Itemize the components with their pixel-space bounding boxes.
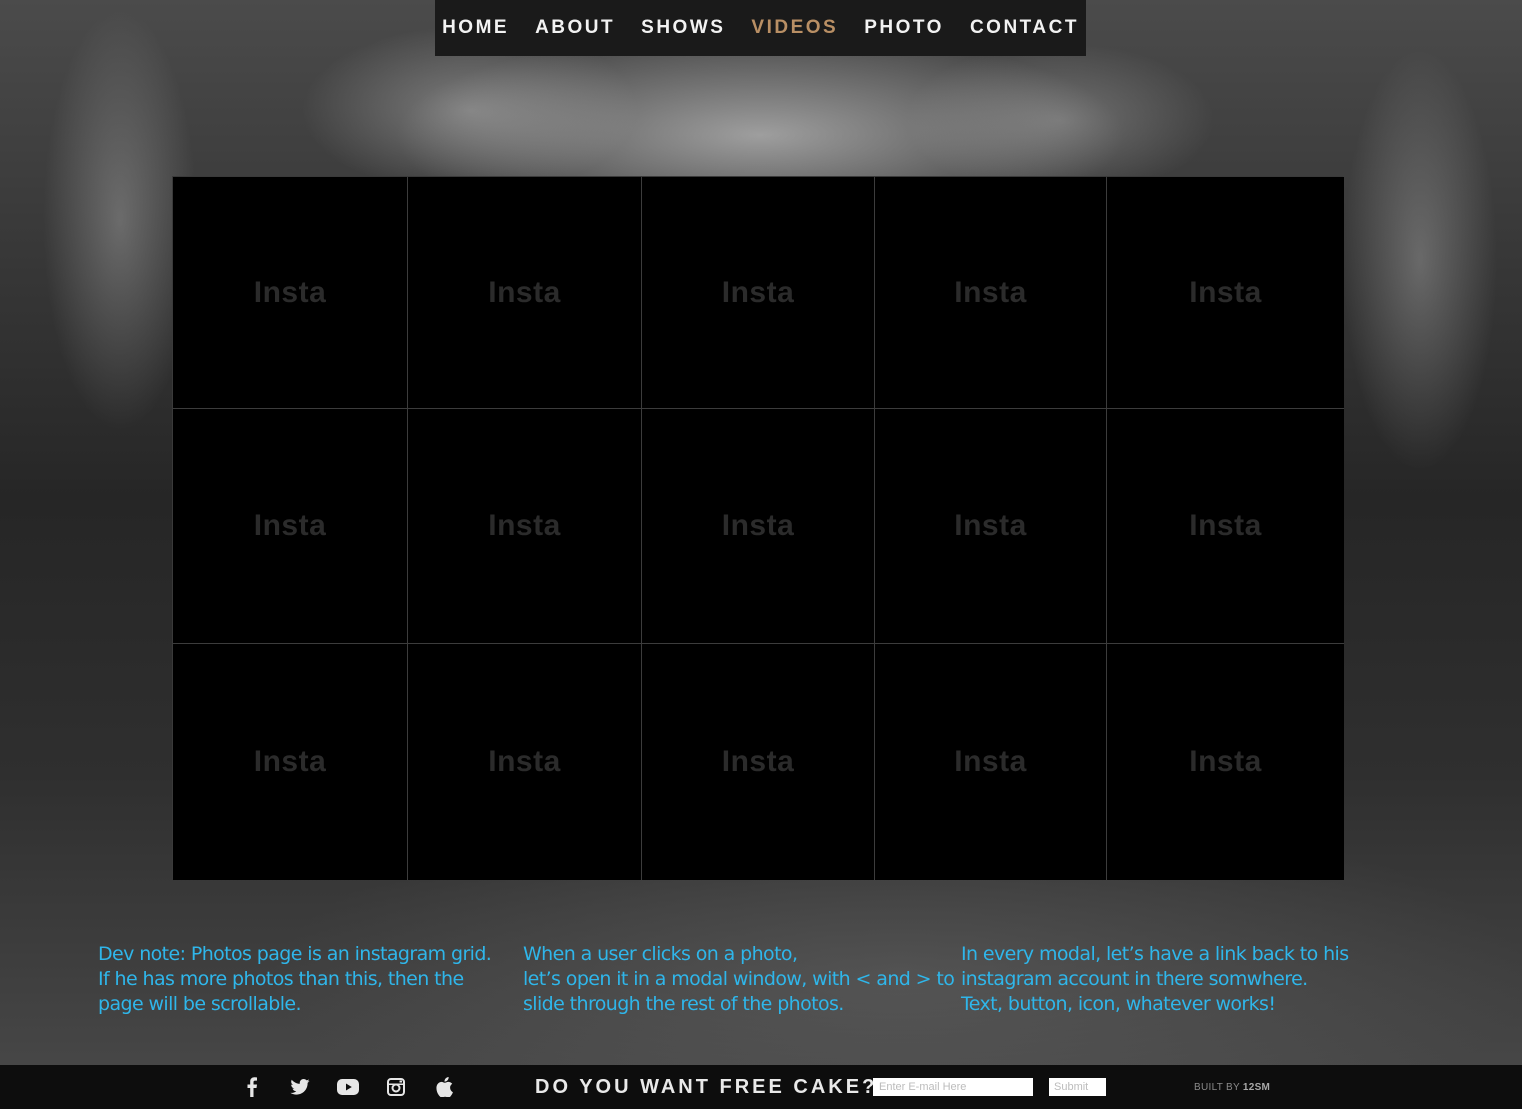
photo-placeholder-label: Insta [954,745,1027,778]
photo-tile[interactable]: Insta [408,177,642,409]
nav-photo[interactable]: PHOTO [851,17,957,39]
photo-placeholder-label: Insta [721,275,795,309]
note-line: instagram account in there somwhere. [961,968,1308,990]
footer-bar: DO YOU WANT FREE CAKE? Submit BUILT BY 1… [0,1065,1522,1109]
main-nav: HOME ABOUT SHOWS VIDEOS PHOTO CONTACT [435,0,1086,56]
photo-placeholder-label: Insta [954,509,1027,542]
note-line: Dev note: Photos page is an instagram gr… [98,943,492,965]
photo-placeholder-label: Insta [1189,275,1262,309]
photo-tile[interactable]: Insta [642,409,875,644]
photo-placeholder-label: Insta [954,275,1027,309]
photo-placeholder-label: Insta [253,275,327,309]
free-cake-heading: DO YOU WANT FREE CAKE? [535,1076,878,1098]
facebook-icon[interactable] [238,1076,266,1098]
dev-note-modal: When a user clicks on a photo, let’s ope… [523,942,955,1017]
instagram-grid: Insta Insta Insta Insta Insta Insta Inst… [172,176,1344,880]
dev-note-grid: Dev note: Photos page is an instagram gr… [98,942,492,1017]
note-line: Text, button, icon, whatever works! [961,993,1276,1015]
note-line: slide through the rest of the photos. [523,993,844,1015]
photo-tile[interactable]: Insta [1107,409,1344,644]
built-by-label: BUILT BY [1194,1082,1240,1093]
photo-tile[interactable]: Insta [875,644,1107,880]
photo-placeholder-label: Insta [721,509,795,542]
photo-tile[interactable]: Insta [875,177,1107,409]
photo-tile[interactable]: Insta [642,177,875,409]
nav-home[interactable]: HOME [429,17,522,39]
social-links [238,1076,458,1098]
apple-icon[interactable] [430,1076,458,1098]
photo-placeholder-label: Insta [253,509,327,542]
photo-tile[interactable]: Insta [408,644,642,880]
instagram-icon[interactable] [382,1076,410,1098]
dev-note-instagram-link: In every modal, let’s have a link back t… [961,942,1349,1017]
photo-tile[interactable]: Insta [1107,644,1344,880]
note-line: let’s open it in a modal window, with < … [523,968,955,990]
photo-tile[interactable]: Insta [875,409,1107,644]
nav-shows[interactable]: SHOWS [628,17,738,39]
photo-tile[interactable]: Insta [173,177,408,409]
photo-tile[interactable]: Insta [173,409,408,644]
note-line: page will be scrollable. [98,993,302,1015]
photo-placeholder-label: Insta [488,275,561,309]
photo-tile[interactable]: Insta [173,644,408,880]
submit-button[interactable]: Submit [1049,1078,1106,1096]
note-line: When a user clicks on a photo, [523,943,798,965]
nav-videos[interactable]: VIDEOS [738,17,851,39]
note-line: In every modal, let’s have a link back t… [961,943,1349,965]
built-by-brand: 12SM [1242,1082,1271,1093]
photo-placeholder-label: Insta [1189,745,1262,778]
photo-tile[interactable]: Insta [642,644,875,880]
photo-placeholder-label: Insta [1189,509,1262,542]
built-by-credit[interactable]: BUILT BY 12SM [1194,1082,1270,1093]
photo-placeholder-label: Insta [488,509,561,542]
photo-placeholder-label: Insta [488,745,561,778]
photo-placeholder-label: Insta [253,745,327,778]
nav-about[interactable]: ABOUT [522,17,628,39]
photo-tile[interactable]: Insta [1107,177,1344,409]
youtube-icon[interactable] [334,1076,362,1098]
photo-placeholder-label: Insta [721,745,795,778]
note-line: If he has more photos than this, then th… [98,968,464,990]
nav-contact[interactable]: CONTACT [957,17,1092,39]
photo-tile[interactable]: Insta [408,409,642,644]
email-field[interactable] [873,1078,1033,1096]
twitter-icon[interactable] [286,1076,314,1098]
